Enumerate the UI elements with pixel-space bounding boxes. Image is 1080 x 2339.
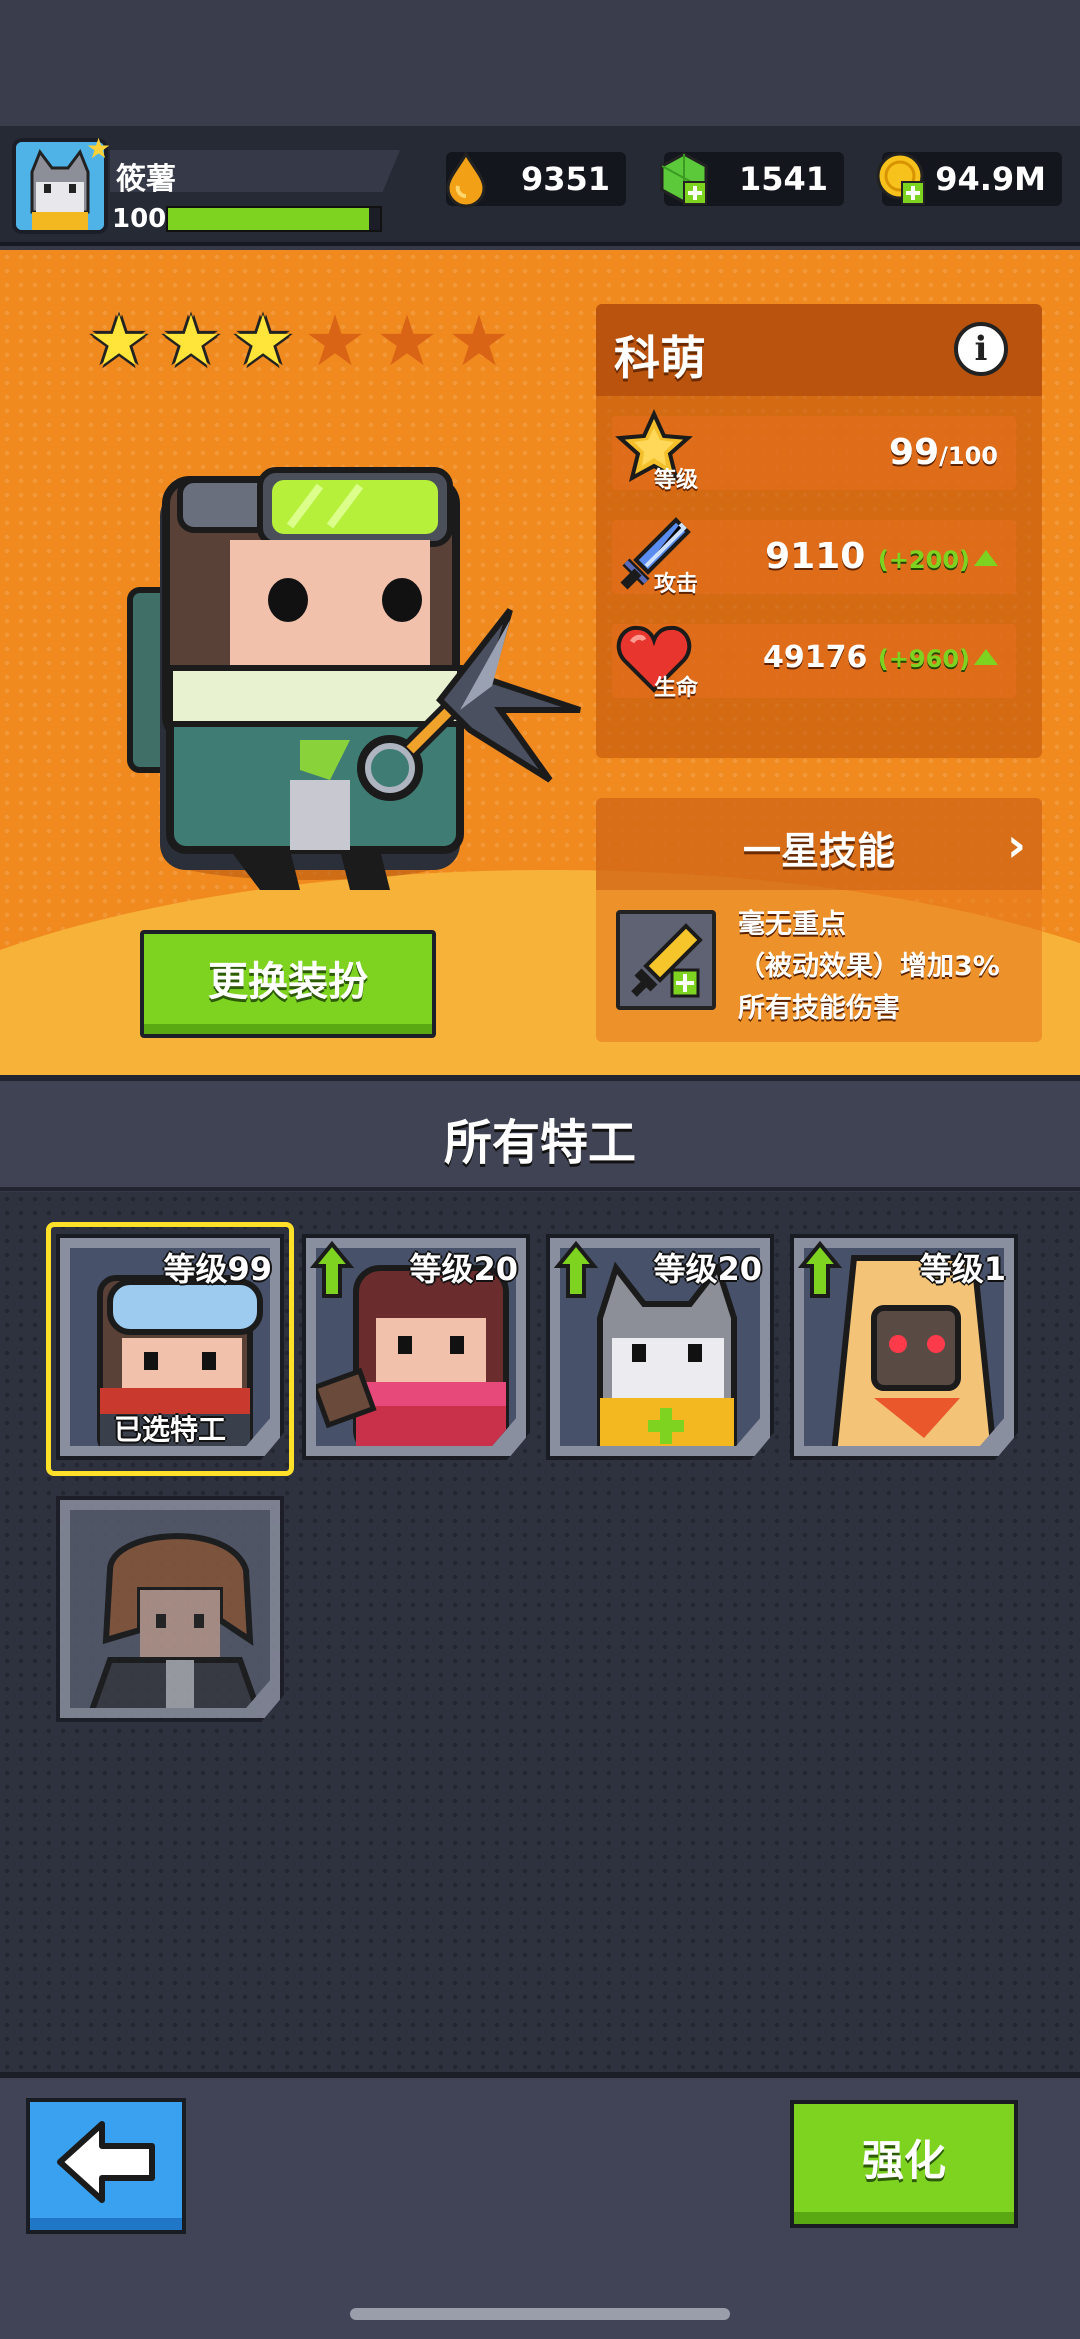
player-level: 100	[112, 204, 167, 234]
currency-value: 9351	[520, 160, 610, 198]
agent-card-2[interactable]: 等级20	[302, 1234, 530, 1460]
star-empty-icon: ★	[303, 300, 367, 382]
skill-effect: （被动效果）增加3%	[738, 951, 1000, 982]
agent-portrait	[70, 1510, 270, 1708]
agent-card-5-locked[interactable]	[56, 1496, 284, 1722]
bottom-bar: 强化	[0, 2072, 1080, 2339]
xp-bar-fill	[168, 208, 370, 230]
agent-name: 科萌	[614, 331, 706, 385]
agent-card-4[interactable]: 等级1	[790, 1234, 1018, 1460]
agent-card-3[interactable]: 等级20	[546, 1234, 774, 1460]
upgrade-arrow-icon	[554, 1240, 598, 1298]
stat-label: 等级	[654, 468, 699, 493]
arrow-left-icon	[57, 2121, 155, 2203]
stat-value: 49176 (+960)	[763, 640, 998, 675]
currency-gems[interactable]: 1541	[660, 152, 844, 206]
star-empty-icon: ★	[447, 300, 511, 382]
skill-target: 所有技能伤害	[738, 993, 900, 1024]
change-outfit-button[interactable]: 更换装扮	[140, 930, 436, 1038]
health-value: 49176	[763, 640, 868, 675]
attack-bonus: (+200)	[877, 546, 970, 574]
golden-sword-icon	[631, 923, 703, 998]
roster-header: 所有特工	[0, 1075, 1080, 1191]
agent-portrait-illustration	[85, 1533, 265, 1708]
currency-value: 94.9M	[935, 160, 1046, 198]
green-gem-icon	[660, 152, 708, 205]
xp-bar	[166, 206, 382, 232]
chevron-right-icon: ›	[1007, 818, 1026, 872]
star-filled-icon: ★	[159, 300, 223, 382]
player-name: 筱薯	[116, 162, 176, 197]
gold-coin-icon	[876, 152, 925, 205]
stat-label: 生命	[654, 676, 699, 701]
star-empty-icon: ★	[375, 300, 439, 382]
skill-name: 毫无重点	[738, 909, 846, 940]
home-indicator[interactable]	[350, 2308, 730, 2320]
stat-attack: 攻击 9110 (+200)	[612, 517, 1016, 597]
skill-header[interactable]: 一星技能 ›	[596, 798, 1042, 890]
agent-level: 等级1	[919, 1250, 1006, 1288]
info-icon[interactable]: i	[954, 322, 1008, 376]
upgrade-arrow-icon	[798, 1240, 842, 1298]
hero-showcase: ★ ★ ★ ★ ★ ★ 更换装扮 科萌 i 等级 99/100 攻击 9110 …	[0, 250, 1080, 1075]
currency-fuel[interactable]: 9351	[446, 150, 626, 208]
skill-panel[interactable]: 一星技能 › 毫无重点 （被动效果）增加3% 所有技能伤害	[596, 798, 1042, 1042]
status-bar-area	[0, 0, 1080, 126]
stat-label: 攻击	[654, 572, 699, 597]
selected-agent-label: 已选特工	[113, 1413, 226, 1446]
skill-description: 毫无重点 （被动效果）增加3% 所有技能伤害	[738, 904, 1000, 1030]
star-filled-icon: ★	[87, 300, 151, 382]
agent-screen: ★ 筱薯 100 9351 1541 94.9M ★ ★ ★ ★ ★ ★ 更换装…	[0, 0, 1080, 2339]
health-bonus: (+960)	[877, 645, 970, 673]
enhance-button[interactable]: 强化	[790, 2100, 1018, 2228]
agent-level: 等级99	[163, 1250, 272, 1288]
currency-value: 1541	[738, 160, 828, 198]
level-value: 99	[889, 432, 940, 473]
up-arrow-icon	[974, 649, 998, 665]
back-button[interactable]	[26, 2098, 186, 2234]
star-filled-icon: ★	[231, 300, 295, 382]
stat-level: 等级 99/100	[612, 409, 1016, 493]
stat-health: 生命 49176 (+960)	[612, 624, 1016, 701]
agent-info-header: 科萌 i	[596, 304, 1042, 396]
skill-title: 一星技能	[742, 829, 895, 873]
agent-level: 等级20	[653, 1250, 762, 1288]
level-max: /100	[939, 442, 998, 470]
currency-gold[interactable]: 94.9M	[876, 152, 1062, 206]
upgrade-arrow-icon	[310, 1240, 354, 1298]
agent-character-illustration	[127, 467, 581, 890]
attack-value: 9110	[765, 536, 866, 577]
stat-value: 99/100	[889, 432, 998, 473]
up-arrow-icon	[974, 550, 998, 566]
fuel-drop-icon	[446, 150, 486, 208]
agent-card-1[interactable]: 等级99 已选特工	[56, 1234, 284, 1460]
skill-icon	[616, 910, 716, 1010]
avatar-star-icon: ★	[86, 132, 112, 165]
agent-level: 等级20	[409, 1250, 518, 1288]
stat-value: 9110 (+200)	[765, 536, 998, 577]
star-rating: ★ ★ ★ ★ ★ ★	[86, 306, 512, 376]
top-bar: ★ 筱薯 100 9351 1541 94.9M	[0, 126, 1080, 246]
roster-title: 所有特工	[443, 1115, 636, 1171]
agent-info-panel: 科萌 i 等级 99/100 攻击 9110 (+200) 生命 49176 (…	[596, 304, 1042, 758]
